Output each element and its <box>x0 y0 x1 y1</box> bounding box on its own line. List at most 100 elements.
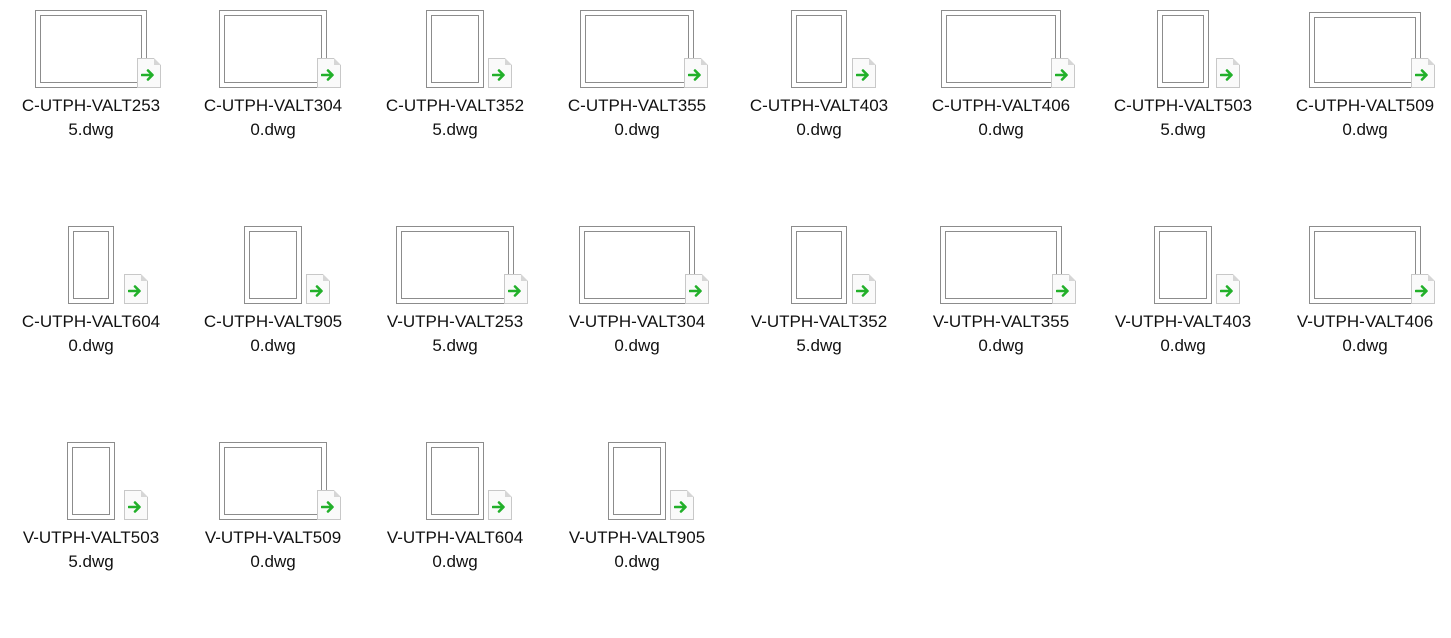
file-name-line-2: 5.dwg <box>68 552 114 571</box>
file-item[interactable]: C-UTPH-VALT503 5.dwg <box>1092 0 1274 206</box>
file-thumbnail-area <box>546 432 728 528</box>
file-name-line-1: C-UTPH-VALT304 <box>203 96 343 115</box>
drawing-frame <box>249 231 297 299</box>
file-name-label: V-UTPH-VALT253 5.dwg <box>364 310 546 358</box>
file-name-line-1: C-UTPH-VALT355 <box>567 96 707 115</box>
shortcut-arrow-icon <box>504 274 528 304</box>
file-name-label: V-UTPH-VALT905 0.dwg <box>546 526 728 574</box>
file-thumbnail-area <box>364 432 546 528</box>
shortcut-arrow-icon <box>488 490 512 520</box>
file-thumbnail-area <box>182 216 364 312</box>
file-thumbnail-area <box>0 216 182 312</box>
file-item[interactable]: C-UTPH-VALT355 0.dwg <box>546 0 728 206</box>
shortcut-arrow-icon <box>685 274 709 304</box>
dwg-thumbnail <box>1309 226 1421 304</box>
dwg-thumbnail <box>244 226 302 304</box>
drawing-frame <box>584 231 690 299</box>
file-thumbnail-area <box>910 0 1092 96</box>
file-name-line-2: 0.dwg <box>614 552 660 571</box>
dwg-thumbnail <box>940 226 1062 304</box>
file-thumbnail-area <box>364 216 546 312</box>
shortcut-arrow-icon <box>684 58 708 88</box>
file-name-line-2: 0.dwg <box>250 552 296 571</box>
drawing-frame <box>1314 17 1416 83</box>
dwg-thumbnail <box>791 226 847 304</box>
dwg-thumbnail <box>580 10 694 88</box>
shortcut-arrow-icon <box>306 274 330 304</box>
shortcut-arrow-icon <box>670 490 694 520</box>
file-item[interactable]: C-UTPH-VALT403 0.dwg <box>728 0 910 206</box>
file-name-line-2: 0.dwg <box>250 336 296 355</box>
file-name-line-2: 0.dwg <box>978 336 1024 355</box>
file-item[interactable]: V-UTPH-VALT509 0.dwg <box>182 432 364 638</box>
file-name-label: C-UTPH-VALT604 0.dwg <box>0 310 182 358</box>
file-item[interactable]: V-UTPH-VALT352 5.dwg <box>728 216 910 422</box>
file-item[interactable]: C-UTPH-VALT304 0.dwg <box>182 0 364 206</box>
file-item[interactable]: V-UTPH-VALT604 0.dwg <box>364 432 546 638</box>
file-item[interactable]: V-UTPH-VALT403 0.dwg <box>1092 216 1274 422</box>
shortcut-arrow-icon <box>1051 58 1075 88</box>
file-thumbnail-area <box>182 0 364 96</box>
file-name-label: V-UTPH-VALT352 5.dwg <box>728 310 910 358</box>
drawing-frame <box>945 231 1057 299</box>
file-name-line-2: 5.dwg <box>1160 120 1206 139</box>
drawing-frame <box>401 231 509 299</box>
drawing-frame <box>224 15 322 83</box>
drawing-frame <box>796 231 842 299</box>
file-item[interactable]: V-UTPH-VALT304 0.dwg <box>546 216 728 422</box>
file-item[interactable]: V-UTPH-VALT355 0.dwg <box>910 216 1092 422</box>
file-name-line-1: C-UTPH-VALT503 <box>1113 96 1253 115</box>
shortcut-arrow-icon <box>317 490 341 520</box>
file-item[interactable]: C-UTPH-VALT352 5.dwg <box>364 0 546 206</box>
file-name-line-1: V-UTPH-VALT406 <box>1296 312 1434 331</box>
shortcut-arrow-icon <box>124 274 148 304</box>
file-item[interactable]: V-UTPH-VALT905 0.dwg <box>546 432 728 638</box>
file-thumbnail-area <box>546 0 728 96</box>
dwg-thumbnail <box>219 10 327 88</box>
dwg-thumbnail <box>67 442 115 520</box>
drawing-frame <box>431 447 479 515</box>
file-name-line-2: 0.dwg <box>68 336 114 355</box>
file-name-line-1: V-UTPH-VALT304 <box>568 312 706 331</box>
file-name-line-1: V-UTPH-VALT503 <box>22 528 160 547</box>
file-name-label: C-UTPH-VALT355 0.dwg <box>546 94 728 142</box>
shortcut-arrow-icon <box>124 490 148 520</box>
dwg-thumbnail <box>791 10 847 88</box>
file-name-line-2: 0.dwg <box>1342 120 1388 139</box>
file-thumbnail-area <box>182 432 364 528</box>
file-item[interactable]: C-UTPH-VALT253 5.dwg <box>0 0 182 206</box>
file-name-label: C-UTPH-VALT352 5.dwg <box>364 94 546 142</box>
shortcut-arrow-icon <box>852 274 876 304</box>
file-name-line-1: V-UTPH-VALT509 <box>204 528 342 547</box>
file-name-line-2: 0.dwg <box>978 120 1024 139</box>
file-thumbnail-area <box>0 0 182 96</box>
dwg-thumbnail <box>579 226 695 304</box>
drawing-frame <box>1162 15 1204 83</box>
file-name-label: C-UTPH-VALT304 0.dwg <box>182 94 364 142</box>
file-item[interactable]: C-UTPH-VALT406 0.dwg <box>910 0 1092 206</box>
file-name-line-1: C-UTPH-VALT905 <box>203 312 343 331</box>
drawing-frame <box>431 15 479 83</box>
file-thumbnail-area <box>1092 216 1274 312</box>
file-name-line-1: V-UTPH-VALT403 <box>1114 312 1252 331</box>
file-name-line-2: 5.dwg <box>68 120 114 139</box>
file-item[interactable]: C-UTPH-VALT604 0.dwg <box>0 216 182 422</box>
file-item[interactable]: V-UTPH-VALT253 5.dwg <box>364 216 546 422</box>
shortcut-arrow-icon <box>1216 274 1240 304</box>
shortcut-arrow-icon <box>1411 274 1435 304</box>
file-thumbnail-area <box>728 216 910 312</box>
dwg-thumbnail <box>219 442 327 520</box>
file-name-label: C-UTPH-VALT905 0.dwg <box>182 310 364 358</box>
file-name-line-2: 0.dwg <box>614 336 660 355</box>
file-name-label: C-UTPH-VALT509 0.dwg <box>1274 94 1451 142</box>
file-name-label: C-UTPH-VALT253 5.dwg <box>0 94 182 142</box>
drawing-frame <box>73 231 109 299</box>
file-item[interactable]: V-UTPH-VALT503 5.dwg <box>0 432 182 638</box>
file-item[interactable]: C-UTPH-VALT905 0.dwg <box>182 216 364 422</box>
file-name-line-1: V-UTPH-VALT604 <box>386 528 524 547</box>
file-name-line-2: 0.dwg <box>614 120 660 139</box>
file-item[interactable]: C-UTPH-VALT509 0.dwg <box>1274 0 1451 206</box>
dwg-thumbnail <box>426 442 484 520</box>
file-thumbnail-area <box>728 0 910 96</box>
file-item[interactable]: V-UTPH-VALT406 0.dwg <box>1274 216 1451 422</box>
